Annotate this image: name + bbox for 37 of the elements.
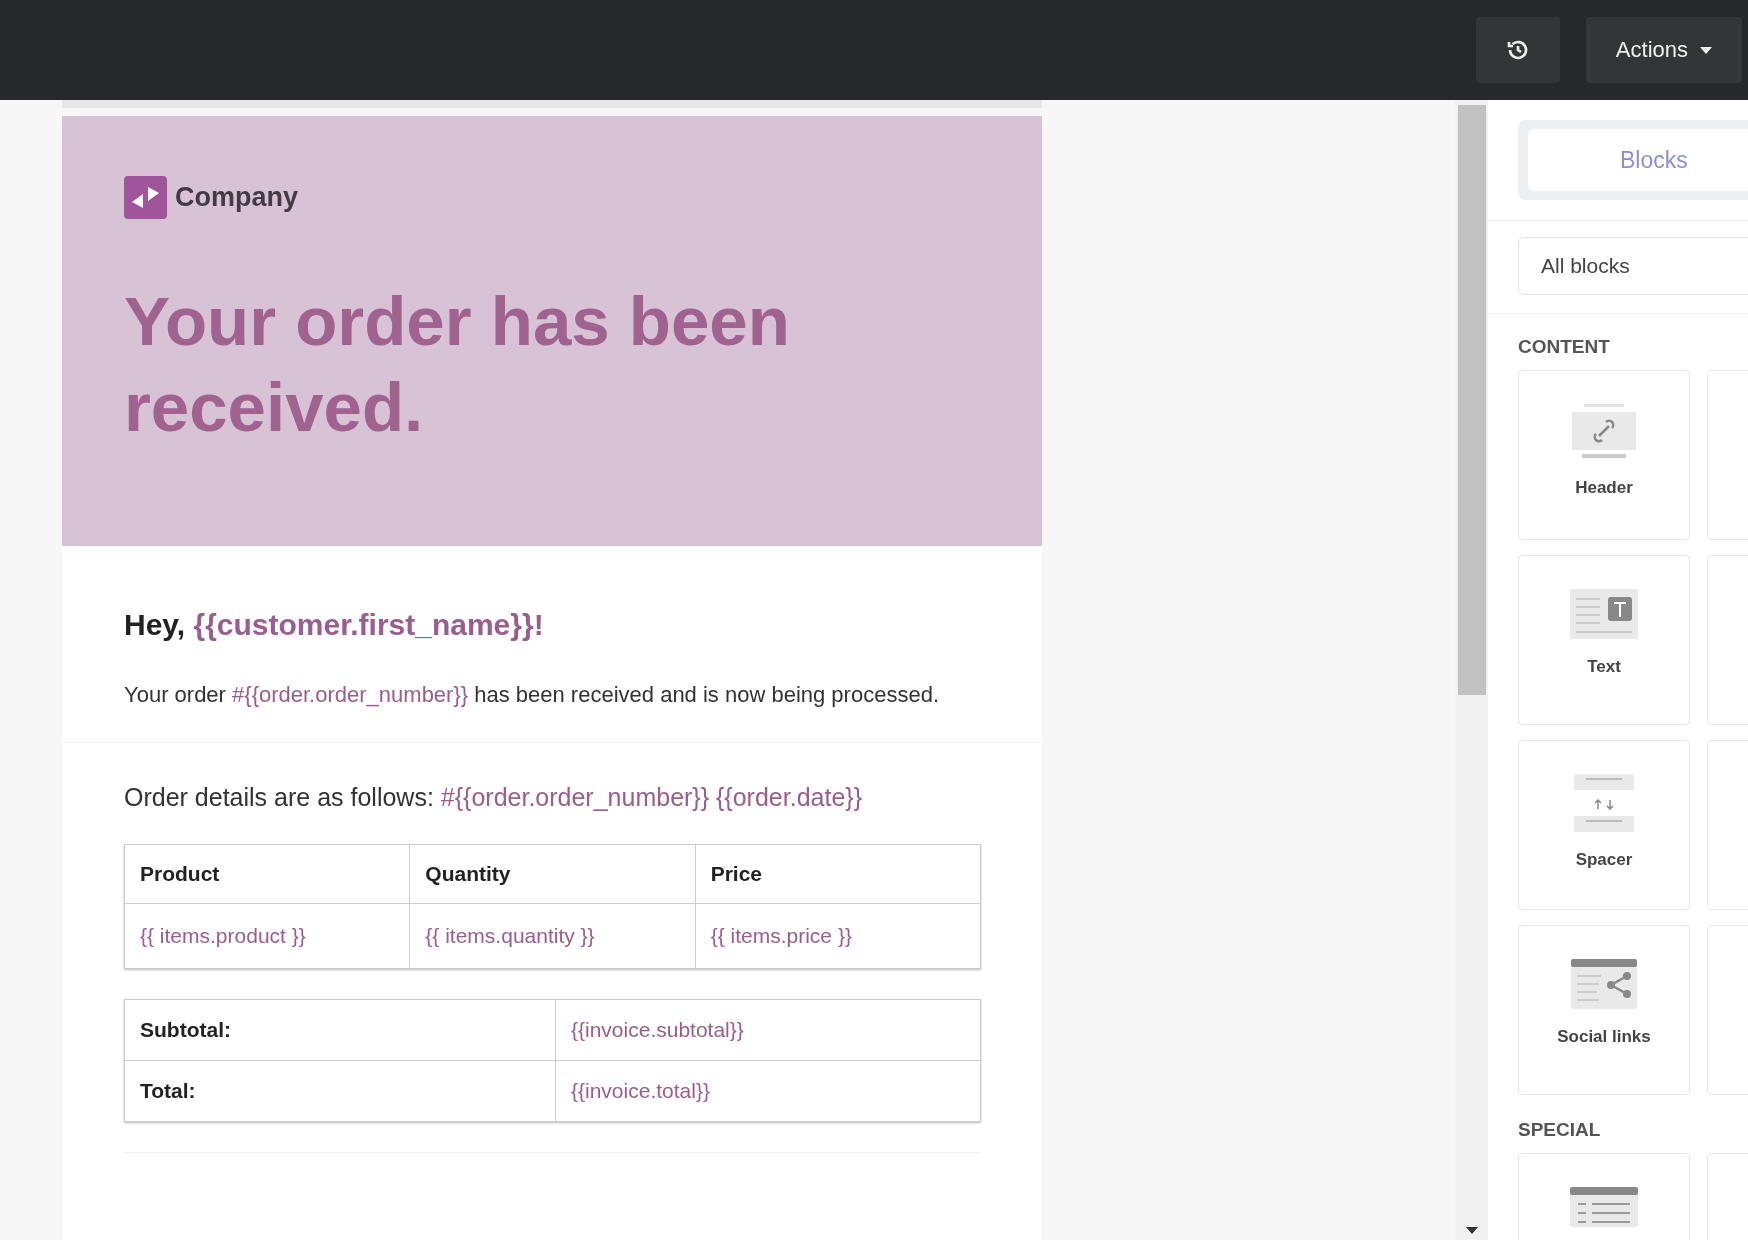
column-header: Product — [124, 844, 410, 904]
spacer-block-icon — [1574, 774, 1634, 832]
column-header: Price — [695, 844, 981, 904]
headline: Your order has been received. — [124, 282, 791, 448]
brand-name: Company — [175, 182, 299, 213]
block-card[interactable]: Header — [1518, 370, 1690, 540]
details-variable: #{{order.order_number}} {{order.date}} — [440, 783, 862, 811]
total-value: {{invoice.total}} — [555, 1060, 981, 1122]
block-card[interactable]: Social links — [1518, 925, 1690, 1095]
share-block-icon — [1571, 959, 1637, 1009]
caret-icon — [1700, 46, 1712, 54]
scrollbar-thumb[interactable] — [1457, 105, 1486, 695]
list-block-icon — [1570, 1187, 1638, 1227]
table-cell: {{ items.quantity }} — [409, 903, 696, 969]
greeting-text: Hey, — [124, 608, 187, 641]
table-cell: {{ items.price }} — [695, 903, 981, 969]
history-icon — [1505, 38, 1530, 62]
total-value: {{invoice.subtotal}} — [555, 999, 981, 1061]
history-button[interactable] — [1475, 17, 1560, 83]
block-card[interactable]: Text — [1518, 555, 1690, 725]
table-cell: {{ items.product }} — [124, 903, 410, 969]
total-label: Total: — [124, 1060, 556, 1122]
section-title: CONTENT — [1518, 336, 1611, 358]
intro-variable: #{{order.order_number}} — [232, 682, 469, 707]
actions-button[interactable]: Actions — [1585, 17, 1742, 83]
scroll-down-icon — [1465, 1227, 1478, 1234]
intro-text: Your order — [124, 682, 227, 707]
filter-dropdown[interactable]: All blocks — [1518, 237, 1748, 295]
details-text: Order details are as follows: — [124, 783, 435, 811]
text-block-icon — [1570, 589, 1638, 639]
total-label: Subtotal: — [124, 999, 556, 1061]
column-header: Quantity — [409, 844, 696, 904]
section-title: SPECIAL — [1518, 1119, 1602, 1141]
greeting-variable: {{customer.first_name}}! — [193, 608, 544, 641]
intro-text: has been received and is now being processed. — [473, 682, 939, 707]
logo-icon — [124, 176, 167, 219]
block-card[interactable]: Spacer — [1518, 740, 1690, 910]
